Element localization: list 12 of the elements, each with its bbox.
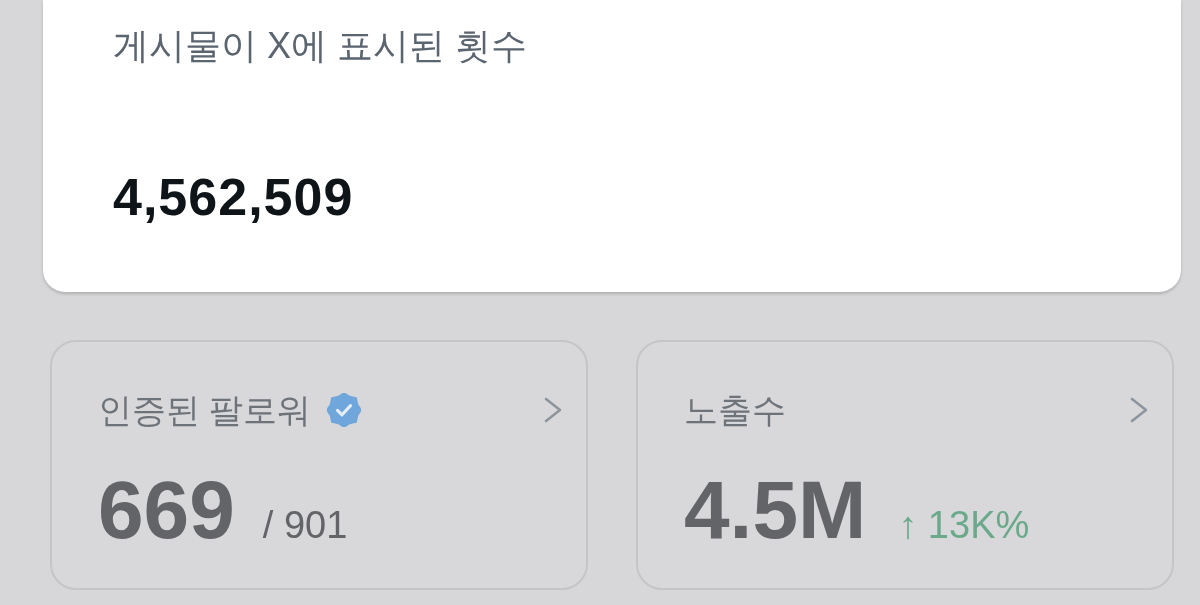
stat-label: 노출수 (684, 390, 786, 431)
stat-label: 인증된 팔로워 (98, 390, 312, 431)
card-title: 게시물이 X에 표시된 횟수 (113, 24, 528, 68)
post-view-count: 4,562,509 (113, 169, 354, 227)
stat-value: 4.5M (684, 464, 867, 555)
stat-value: 669 (98, 464, 235, 555)
change-percent: ↑ 13K% (898, 504, 1030, 547)
stat-card[interactable]: 노출수 4.5M ↑ 13K% (636, 340, 1174, 590)
stat-card[interactable]: 인증된 팔로워 669 / 901 (50, 340, 588, 590)
chevron-right-icon (544, 397, 562, 424)
chevron-right-icon (1130, 397, 1148, 424)
total-count: / 901 (262, 504, 348, 547)
